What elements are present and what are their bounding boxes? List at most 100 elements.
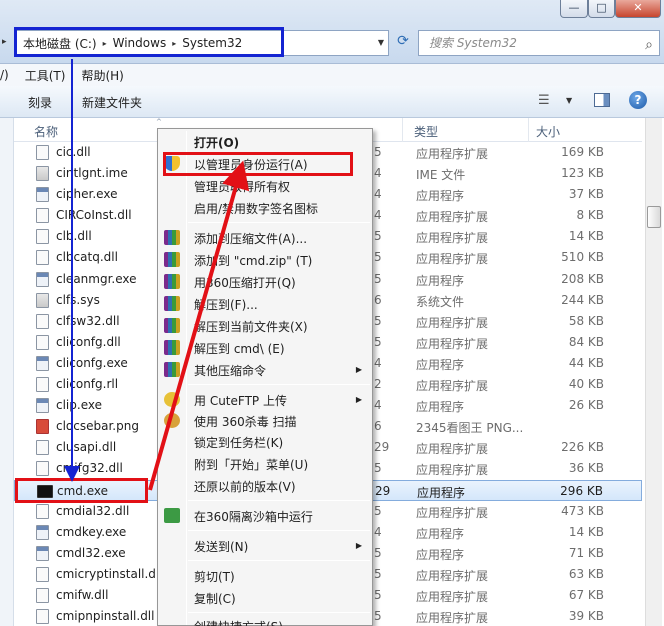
file-type: 应用程序 <box>417 485 466 500</box>
file-date-fragment: 5 <box>374 566 382 581</box>
menu-open-360zip[interactable]: 用360压缩打开(Q) <box>194 274 296 291</box>
burn-button[interactable]: 刻录 <box>28 94 52 111</box>
file-date-fragment: 4 <box>374 398 382 413</box>
scrollbar-thumb[interactable] <box>647 206 661 228</box>
view-options-icon[interactable]: ☰ <box>538 93 550 108</box>
address-highlight-box <box>14 27 284 57</box>
submenu-arrow-icon: ▶ <box>355 541 362 550</box>
menu-add-archive[interactable]: 添加到压缩文件(A)... <box>194 230 307 247</box>
file-name: cintlgnt.ime <box>56 166 128 181</box>
minimize-button[interactable]: — <box>560 0 588 18</box>
menu-copy[interactable]: 复制(C) <box>194 590 236 607</box>
column-type[interactable]: 类型 <box>414 123 438 140</box>
application-icon <box>36 271 49 287</box>
menu-help[interactable]: 帮助(H) <box>81 67 123 84</box>
menu-open[interactable]: 打开(O) <box>194 134 239 151</box>
refresh-icon[interactable]: ⟳ <box>392 33 414 53</box>
menu-take-ownership[interactable]: 管理员取得所有权 <box>194 178 290 195</box>
vertical-scrollbar[interactable] <box>645 118 662 626</box>
menu-create-shortcut[interactable]: 创建快捷方式(S) <box>194 618 283 626</box>
application-icon <box>36 545 49 561</box>
menu-add-zip[interactable]: 添加到 "cmd.zip" (T) <box>194 252 312 269</box>
menu-extract-cmd[interactable]: 解压到 cmd\ (E) <box>194 340 285 357</box>
file-date-fragment: 4 <box>374 187 382 202</box>
command-bar: 刻录 新建文件夹 ☰ ▼ ? <box>0 86 664 118</box>
file-size: 36 KB <box>568 461 604 476</box>
application-icon <box>36 398 49 414</box>
menu-other-compress[interactable]: 其他压缩命令 <box>194 362 266 379</box>
menu-separator <box>188 222 370 223</box>
file-date-fragment: 4 <box>374 208 382 223</box>
file-name: cmifw.dll <box>56 587 109 602</box>
column-divider[interactable] <box>402 118 403 142</box>
file-size: 58 KB <box>568 313 604 328</box>
nav-arrow-icon[interactable]: ▸ <box>2 37 12 49</box>
close-button[interactable]: ✕ <box>615 0 661 18</box>
file-name: cliconfg.exe <box>56 355 128 370</box>
file-type: 2345看图王 PNG... <box>416 421 524 436</box>
winrar-icon <box>164 252 180 267</box>
column-name[interactable]: 名称 <box>34 123 58 140</box>
file-size: 71 KB <box>568 545 604 560</box>
file-icon <box>36 503 49 519</box>
chevron-down-icon[interactable]: ▼ <box>378 38 384 47</box>
file-icon <box>36 250 49 266</box>
cuteftp-icon <box>164 392 180 407</box>
file-size: 473 KB <box>561 503 604 518</box>
file-size: 67 KB <box>568 587 604 602</box>
winrar-icon <box>164 318 180 333</box>
file-date-fragment: 2 <box>374 377 382 392</box>
file-date-fragment: 5 <box>374 609 382 624</box>
file-name: cic.dll <box>56 145 91 159</box>
menu-scan-360[interactable]: 使用 360杀毒 扫描 <box>194 413 297 430</box>
help-icon[interactable]: ? <box>629 91 647 109</box>
file-type: 应用程序扩展 <box>416 210 489 225</box>
file-name: cmipnpinstall.dll <box>56 609 155 624</box>
file-date-fragment: 5 <box>374 587 382 602</box>
column-divider[interactable] <box>528 118 529 142</box>
file-size: 63 KB <box>568 566 604 581</box>
menu-extract[interactable]: 解压到(F)... <box>194 296 258 313</box>
file-date-fragment: 5 <box>374 145 382 159</box>
winrar-icon <box>164 274 180 289</box>
menu-signature[interactable]: 启用/禁用数字签名图标 <box>194 200 318 217</box>
chevron-down-icon[interactable]: ▼ <box>566 96 572 105</box>
file-icon <box>36 377 49 393</box>
menu-restore[interactable]: 还原以前的版本(V) <box>194 478 296 495</box>
file-type: 应用程序扩展 <box>416 379 489 394</box>
menu-separator <box>188 384 370 385</box>
menu-separator <box>188 530 370 531</box>
menu-view[interactable]: /) <box>0 68 9 82</box>
menu-pin-taskbar[interactable]: 锁定到任务栏(K) <box>194 434 283 451</box>
file-date-fragment: 5 <box>374 250 382 265</box>
menu-cuteftp[interactable]: 用 CuteFTP 上传 <box>194 392 287 409</box>
file-date-fragment: 5 <box>374 545 382 560</box>
menu-cut[interactable]: 剪切(T) <box>194 568 235 585</box>
file-size: 40 KB <box>568 377 604 392</box>
file-date-fragment: 4 <box>374 524 382 539</box>
run-as-admin-highlight-box <box>163 152 353 176</box>
new-folder-button[interactable]: 新建文件夹 <box>82 94 142 111</box>
file-type: 系统文件 <box>416 294 465 309</box>
menu-pin-start[interactable]: 附到「开始」菜单(U) <box>194 456 308 473</box>
menu-extract-here[interactable]: 解压到当前文件夹(X) <box>194 318 308 335</box>
file-type: 应用程序扩展 <box>416 315 489 330</box>
file-date-fragment: 29 <box>375 483 391 498</box>
menu-sandbox[interactable]: 在360隔离沙箱中运行 <box>194 508 313 525</box>
file-date-fragment: 5 <box>374 271 382 286</box>
file-icon <box>36 587 49 603</box>
image-file-icon <box>36 419 49 435</box>
file-size: 169 KB <box>561 145 604 159</box>
menu-tools[interactable]: 工具(T) <box>25 67 66 84</box>
file-icon <box>36 313 49 329</box>
maximize-button[interactable]: □ <box>588 0 615 18</box>
column-size[interactable]: 大小 <box>536 123 560 140</box>
menu-separator <box>188 612 370 613</box>
file-type: IME 文件 <box>416 168 466 183</box>
search-input[interactable]: 搜索 System32 ⌕ <box>418 30 660 56</box>
preview-pane-icon[interactable] <box>594 93 610 107</box>
menu-send-to[interactable]: 发送到(N) <box>194 538 248 555</box>
file-size: 510 KB <box>561 250 604 265</box>
search-icon[interactable]: ⌕ <box>645 33 653 57</box>
file-type: 应用程序扩展 <box>416 463 489 478</box>
